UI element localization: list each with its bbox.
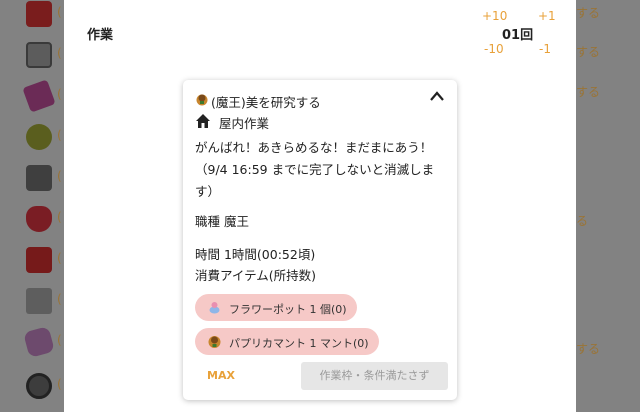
potion-item-icon: [26, 206, 52, 232]
list-item-paren: (: [57, 46, 62, 60]
list-item-paren: (: [57, 377, 62, 391]
list-item-paren: (: [57, 251, 62, 265]
chevron-up-icon[interactable]: [429, 90, 445, 102]
furnace-item-icon: [26, 165, 52, 191]
max-button[interactable]: MAX: [207, 369, 235, 382]
skull-plate-icon: [26, 42, 52, 68]
consumable-item-pill[interactable]: フラワーポット 1 個(0): [195, 294, 357, 321]
list-item-paren: (: [57, 87, 62, 101]
consumables-label: 消費アイテム(所持数): [195, 268, 317, 283]
minus-10-button[interactable]: -10: [484, 42, 504, 56]
list-item-paren: (: [57, 292, 62, 306]
wheel-item-icon: [26, 373, 52, 399]
list-item-paren: (: [57, 169, 62, 183]
barrel-item-icon: [26, 288, 52, 314]
duration-text: 時間 1時間(00:52頃): [195, 247, 316, 262]
home-icon: [196, 114, 210, 128]
list-item-suffix: する: [576, 6, 601, 20]
count-display: 01回: [502, 28, 534, 43]
plus-10-button[interactable]: +10: [482, 9, 507, 23]
minus-1-button[interactable]: -1: [539, 42, 551, 56]
list-item-paren: (: [57, 333, 62, 347]
list-item-suffix: する: [576, 342, 601, 356]
deadline-message: がんばれ！あきらめるな！まだまにあう！（9/4 16:59 までに完了しないと消…: [195, 140, 435, 199]
list-item-suffix: する: [576, 85, 601, 99]
card-item-icon: [22, 79, 56, 113]
plus-1-button[interactable]: +1: [538, 9, 556, 23]
list-item-paren: (: [57, 5, 62, 19]
paprika-mantle-icon: [208, 336, 221, 348]
flower-pot-icon: [209, 302, 220, 314]
task-detail-card: (魔王)美を研究する 屋内作業 がんばれ！あきらめるな！まだまにあう！（9/4 …: [183, 80, 457, 400]
task-title: (魔王)美を研究する: [211, 95, 321, 110]
consumable-item-label: フラワーポット 1 個(0): [229, 303, 347, 316]
consumable-item-pill[interactable]: パプリカマント 1 マント(0): [195, 328, 379, 355]
job-type: 職種 魔王: [195, 214, 249, 229]
red-item-icon: [26, 1, 52, 27]
list-item-suffix: する: [576, 45, 601, 59]
list-item-paren: (: [57, 128, 62, 142]
cake-item-icon: [26, 124, 52, 150]
list-item-paren: (: [57, 210, 62, 224]
panel-title: 作業: [87, 28, 114, 43]
work-location: 屋内作業: [219, 116, 270, 131]
list-item-suffix: る: [576, 214, 589, 228]
maou-avatar-icon: [196, 94, 208, 106]
consumable-item-label: パプリカマント 1 マント(0): [229, 337, 369, 350]
pillow-item-icon: [23, 326, 55, 358]
red-beast-icon: [26, 247, 52, 273]
start-work-button[interactable]: 作業枠・条件満たさず: [301, 362, 448, 390]
